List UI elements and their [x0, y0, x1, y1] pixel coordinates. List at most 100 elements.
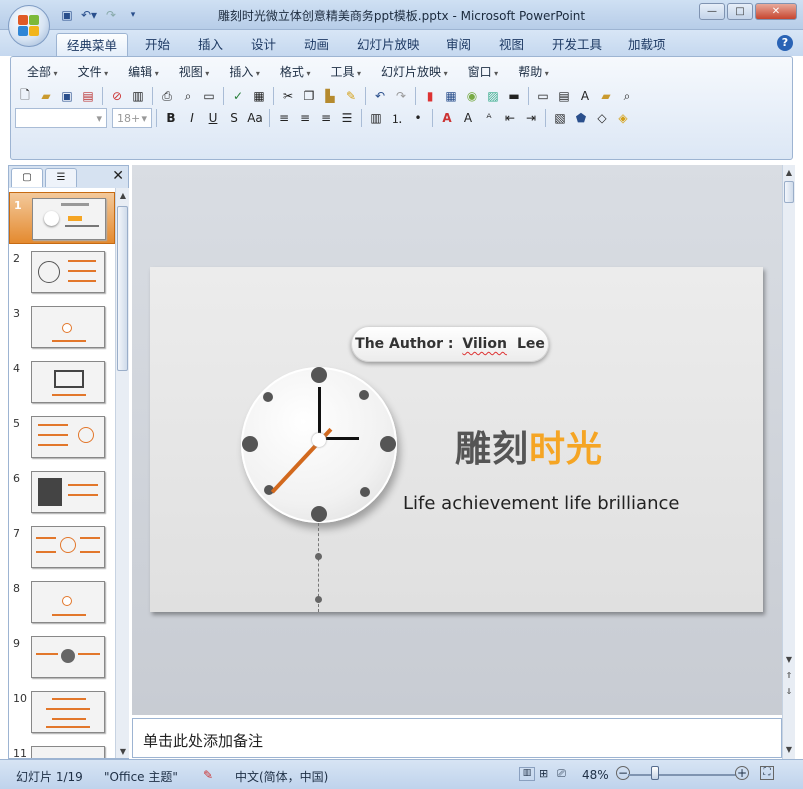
slide-scrollbar[interactable]: ▲ ▼ ⇑ ⇓ ▼: [782, 165, 795, 759]
menu-view[interactable]: 视图: [169, 63, 220, 81]
increase-indent-icon[interactable]: ⇥: [521, 108, 541, 128]
research-icon[interactable]: ▦: [249, 86, 269, 106]
fit-to-window-icon[interactable]: ⛶: [760, 766, 774, 780]
publish-icon[interactable]: ▥: [128, 86, 148, 106]
columns-icon[interactable]: ▥: [366, 108, 386, 128]
slide-thumbnail-3[interactable]: 3: [9, 301, 115, 353]
spelling-icon[interactable]: ✓: [228, 86, 248, 106]
spelling-check-icon[interactable]: ✎: [203, 768, 213, 782]
format-painter-icon[interactable]: ✎: [341, 86, 361, 106]
menu-window[interactable]: 窗口: [458, 63, 509, 81]
tab-review[interactable]: 审阅: [436, 33, 481, 56]
quick-styles-icon[interactable]: ◇: [592, 108, 612, 128]
close-pane-icon[interactable]: ✕: [112, 168, 124, 184]
font-name-box[interactable]: ▾: [15, 108, 107, 128]
tab-view[interactable]: 视图: [489, 33, 534, 56]
permission-icon[interactable]: ⊘: [107, 86, 127, 106]
font-color-icon[interactable]: A: [437, 108, 457, 128]
slides-tab[interactable]: ▢: [11, 168, 43, 187]
save-icon[interactable]: ▣: [57, 86, 77, 106]
chart-icon[interactable]: ▮: [420, 86, 440, 106]
current-slide[interactable]: The Author : Vilion Lee 雕刻时光 Life achiev…: [150, 267, 763, 612]
shrink-font-icon[interactable]: ᴬ: [479, 108, 499, 128]
next-slide-icon[interactable]: ⇓: [783, 684, 795, 698]
clipart-icon[interactable]: ◉: [462, 86, 482, 106]
folder-icon[interactable]: ▰: [596, 86, 616, 106]
notes-pane[interactable]: 单击此处添加备注: [132, 718, 782, 758]
slide-thumbnail-6[interactable]: 6: [9, 466, 115, 518]
picture-icon[interactable]: ▨: [483, 86, 503, 106]
bold-icon[interactable]: B: [161, 108, 181, 128]
zoom-out-icon[interactable]: −: [616, 766, 630, 780]
slide-thumbnail-8[interactable]: 8: [9, 576, 115, 628]
help-icon[interactable]: ?: [777, 35, 793, 51]
page-setup-icon[interactable]: ▭: [199, 86, 219, 106]
tab-addins[interactable]: 加载项: [618, 33, 676, 56]
slide-thumbnail-11[interactable]: 11: [9, 741, 115, 758]
slide-thumbnail-7[interactable]: 7: [9, 521, 115, 573]
textbox-icon[interactable]: A: [575, 86, 595, 106]
tab-design[interactable]: 设计: [241, 33, 286, 56]
save-as-pdf-icon[interactable]: ▤: [78, 86, 98, 106]
zoom-level[interactable]: 48%: [582, 768, 609, 782]
justify-icon[interactable]: ☰: [337, 108, 357, 128]
numbered-list-icon[interactable]: ⒈: [387, 108, 407, 128]
line-style-icon[interactable]: ▬: [504, 86, 524, 106]
copy-icon[interactable]: ❐: [299, 86, 319, 106]
slides-pane-scrollbar[interactable]: ▲ ▼: [115, 188, 129, 758]
minimize-button[interactable]: —: [699, 3, 725, 20]
scroll-thumb[interactable]: [784, 181, 794, 203]
zoom-in-icon[interactable]: +: [735, 766, 749, 780]
office-button[interactable]: [8, 5, 50, 47]
zoom-icon[interactable]: ⌕: [617, 86, 637, 106]
menu-file[interactable]: 文件: [68, 63, 119, 81]
tab-insert[interactable]: 插入: [188, 33, 233, 56]
align-left-icon[interactable]: ≡: [274, 108, 294, 128]
undo-icon[interactable]: ↶: [370, 86, 390, 106]
slide-thumbnail-2[interactable]: 2: [9, 246, 115, 298]
arrange-icon[interactable]: ▧: [550, 108, 570, 128]
new-file-icon[interactable]: 🗋: [15, 86, 35, 106]
scroll-down-icon[interactable]: ▼: [116, 744, 130, 758]
bullet-list-icon[interactable]: •: [408, 108, 428, 128]
maximize-button[interactable]: □: [727, 3, 753, 20]
change-case-icon[interactable]: Aa: [245, 108, 265, 128]
tab-slideshow[interactable]: 幻灯片放映: [347, 33, 430, 56]
language-indicator[interactable]: 中文(简体，中国): [235, 768, 328, 785]
tab-animation[interactable]: 动画: [294, 33, 339, 56]
scroll-up-icon[interactable]: ▲: [116, 188, 130, 202]
normal-view-icon[interactable]: ▥: [519, 767, 535, 781]
paste-icon[interactable]: ▙: [320, 86, 340, 106]
new-slide-icon[interactable]: ▭: [533, 86, 553, 106]
menu-edit[interactable]: 编辑: [118, 63, 169, 81]
menu-help[interactable]: 帮助: [508, 63, 559, 81]
zoom-slider-track[interactable]: [628, 774, 736, 776]
shape-fill-icon[interactable]: ◈: [613, 108, 633, 128]
shadow-icon[interactable]: S: [224, 108, 244, 128]
tab-classic-menu[interactable]: 经典菜单: [56, 33, 129, 56]
menu-insert[interactable]: 插入: [219, 63, 270, 81]
zoom-slider-thumb[interactable]: [651, 766, 659, 780]
grow-font-icon[interactable]: A: [458, 108, 478, 128]
close-button[interactable]: ✕: [755, 3, 797, 20]
scroll-down-icon[interactable]: ▼: [783, 742, 795, 756]
menu-all[interactable]: 全部: [17, 63, 68, 81]
decrease-indent-icon[interactable]: ⇤: [500, 108, 520, 128]
slide-sorter-view-icon[interactable]: ⊞: [539, 767, 548, 780]
scroll-down-icon[interactable]: ▼: [783, 652, 795, 666]
scroll-up-icon[interactable]: ▲: [783, 165, 795, 179]
slideshow-view-icon[interactable]: ⎚: [557, 767, 566, 781]
menu-tools[interactable]: 工具: [320, 63, 371, 81]
print-icon[interactable]: ⎙: [157, 86, 177, 106]
tab-home[interactable]: 开始: [135, 33, 180, 56]
scroll-thumb[interactable]: [117, 206, 128, 371]
slide-thumbnail-1[interactable]: 1: [9, 192, 115, 244]
font-size-box[interactable]: 18+ ▾: [112, 108, 152, 128]
underline-icon[interactable]: U: [203, 108, 223, 128]
menu-format[interactable]: 格式: [270, 63, 321, 81]
tab-developer[interactable]: 开发工具: [542, 33, 612, 56]
align-right-icon[interactable]: ≡: [316, 108, 336, 128]
cut-icon[interactable]: ✂: [278, 86, 298, 106]
menu-slideshow[interactable]: 幻灯片放映: [371, 63, 458, 81]
slide-thumbnail-5[interactable]: 5: [9, 411, 115, 463]
